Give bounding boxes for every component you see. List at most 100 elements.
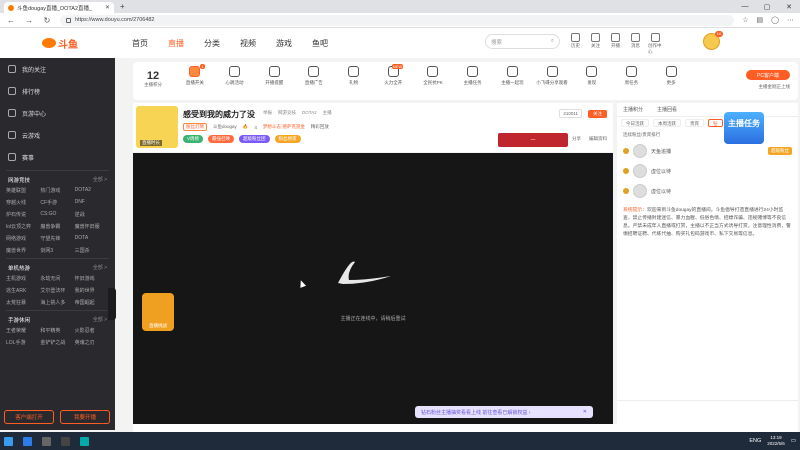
sidebar-game-item[interactable]: 魔兽怀旧服 bbox=[75, 223, 109, 230]
close-tab-icon[interactable]: ✕ bbox=[105, 4, 110, 11]
collections-icon[interactable]: ▤ bbox=[757, 16, 764, 24]
room-pill[interactable]: 超级粉丝团 bbox=[239, 135, 270, 143]
breadcrumb-game[interactable]: DOTA2 bbox=[302, 110, 317, 116]
more-link[interactable]: 全部 > bbox=[93, 264, 107, 272]
sidebar-game-item[interactable]: 我的世界 bbox=[75, 287, 109, 294]
steam-icon[interactable] bbox=[42, 436, 51, 446]
rank-subtab[interactable]: 本周活跃 bbox=[653, 119, 681, 127]
sidebar-game-item[interactable]: 三国杀 bbox=[75, 247, 109, 254]
nav-live[interactable]: 直播 bbox=[168, 38, 184, 49]
sidebar-game-item[interactable]: lol云顶之弈 bbox=[6, 223, 40, 230]
sidebar-item-esports[interactable]: 赛事 bbox=[0, 146, 115, 168]
function-item[interactable]: 全民抗PK bbox=[413, 66, 453, 86]
anchor-avatar[interactable]: 直播时长 bbox=[136, 106, 178, 148]
function-item[interactable]: 直播开关 1 bbox=[175, 64, 215, 86]
sidebar-game-item[interactable]: CF手游 bbox=[40, 199, 74, 206]
function-item[interactable]: 礼物 bbox=[334, 66, 374, 86]
sidebar-item-webgame[interactable]: 页游中心 bbox=[0, 102, 115, 124]
follow-button[interactable]: 关注 bbox=[588, 109, 607, 118]
creator-button[interactable]: 创作中心 bbox=[648, 33, 663, 55]
nav-home[interactable]: 首页 bbox=[132, 38, 148, 49]
rank-subtab[interactable]: 今日活跃 bbox=[621, 119, 649, 127]
function-item[interactable]: 周任务 bbox=[612, 66, 652, 86]
function-item[interactable]: 直播广告 bbox=[294, 66, 334, 86]
room-pill[interactable]: V周榜 bbox=[183, 135, 204, 143]
sidebar-game-item[interactable]: 海上挑人多 bbox=[40, 299, 74, 306]
sidebar-item-cloudgame[interactable]: 云游戏 bbox=[0, 124, 115, 146]
message-button[interactable]: 消息 bbox=[628, 33, 643, 55]
menu-icon[interactable]: ⋯ bbox=[787, 16, 794, 24]
nav-video[interactable]: 视频 bbox=[240, 38, 256, 49]
browser-tab[interactable]: 斗鱼dougay直播_DOTA2直播_ ✕ bbox=[4, 2, 114, 13]
function-item[interactable]: 发现 bbox=[572, 66, 612, 86]
sidebar-game-item[interactable]: 王者荣耀 bbox=[6, 327, 40, 334]
clock[interactable]: 13:19 2022/5/6 bbox=[767, 435, 785, 447]
lang-indicator[interactable]: ENG bbox=[749, 438, 761, 444]
start-icon[interactable] bbox=[4, 436, 13, 446]
history-button[interactable]: 历史 bbox=[568, 33, 583, 55]
maximize-button[interactable]: ▢ bbox=[756, 0, 778, 13]
new-tab-button[interactable]: + bbox=[120, 2, 125, 11]
more-link[interactable]: 全部 > bbox=[93, 176, 107, 184]
sidebar-game-item[interactable]: 穿越火线 bbox=[6, 199, 40, 206]
sidebar-game-item[interactable]: 太荒狂暴 bbox=[6, 299, 40, 306]
sidebar-collapse-handle[interactable] bbox=[108, 288, 116, 320]
sidebar-game-item[interactable]: LOL手游 bbox=[6, 339, 40, 346]
start-live-button[interactable]: 我要开播 bbox=[60, 410, 110, 424]
minimize-button[interactable]: — bbox=[734, 0, 756, 13]
close-icon[interactable]: ✕ bbox=[583, 409, 587, 415]
sidebar-game-item[interactable]: 怀旧游戏 bbox=[75, 275, 109, 282]
logo-area[interactable]: 斗鱼 bbox=[0, 28, 120, 58]
challenge-widget[interactable]: 直播挑战 bbox=[142, 293, 174, 331]
back-icon[interactable]: ← bbox=[6, 16, 16, 25]
tab-anchor-points[interactable]: 主播积分 bbox=[623, 106, 643, 113]
more-link[interactable]: 全部 > bbox=[93, 316, 107, 324]
sidebar-game-item[interactable]: 炉石传说 bbox=[6, 211, 40, 218]
sidebar-game-item[interactable]: 网络游戏 bbox=[6, 235, 40, 242]
chat-input-bar[interactable] bbox=[617, 400, 798, 424]
app-icon[interactable] bbox=[61, 436, 70, 446]
close-window-button[interactable]: ✕ bbox=[778, 0, 800, 13]
follow-button[interactable]: 关注 bbox=[588, 33, 603, 55]
rank-row[interactable]: 虚位以待 bbox=[617, 181, 798, 201]
profile-icon[interactable]: ◯ bbox=[771, 16, 779, 24]
function-item[interactable]: 更多 bbox=[651, 66, 691, 86]
fan-badge[interactable]: 粉丝灯牌 bbox=[183, 123, 207, 131]
share-link[interactable]: 分享 bbox=[572, 136, 581, 142]
sidebar-item-follow[interactable]: 我的关注 bbox=[0, 58, 115, 80]
sidebar-game-item[interactable]: 艾尔登法环 bbox=[40, 287, 74, 294]
sidebar-game-item[interactable]: 魔兽争霸 bbox=[40, 223, 74, 230]
rank-row[interactable]: 天鱼追捕 超级粉丝 bbox=[617, 141, 798, 161]
sidebar-game-item[interactable]: 金铲铲之战 bbox=[40, 339, 74, 346]
favorite-icon[interactable]: ☆ bbox=[742, 16, 748, 24]
sidebar-game-item[interactable]: 热门游戏 bbox=[40, 187, 74, 194]
rank-subtab[interactable]: 贵宾 bbox=[685, 119, 704, 127]
search-input[interactable]: 搜索 ⌕ bbox=[485, 34, 560, 49]
function-item[interactable]: 主播任务 bbox=[453, 66, 493, 86]
nav-category[interactable]: 分类 bbox=[204, 38, 220, 49]
anchor-name[interactable]: 斗鱼dougay bbox=[213, 124, 237, 130]
sidebar-game-item[interactable]: 永劫无间 bbox=[40, 275, 74, 282]
sidebar-game-item[interactable]: 逃生ARK bbox=[6, 287, 40, 294]
diamond-fan-notice[interactable]: 钻石粉丝主播抽奖看看上线 前往查看已解锁权益 › ✕ bbox=[415, 406, 593, 418]
sidebar-game-item[interactable]: 逆战 bbox=[75, 211, 109, 218]
sidebar-game-item[interactable]: 剑网3 bbox=[40, 247, 74, 254]
breadcrumb-category[interactable]: 网游竞技 bbox=[278, 110, 296, 116]
url-field[interactable]: https://www.douyu.com/2706482 bbox=[60, 14, 735, 26]
sidebar-game-item[interactable]: 英雄联盟 bbox=[6, 187, 40, 194]
sidebar-item-rank[interactable]: 排行榜 bbox=[0, 80, 115, 102]
sidebar-game-item[interactable]: 火影忍者 bbox=[75, 327, 109, 334]
sidebar-game-item[interactable]: 魔兽世界 bbox=[6, 247, 40, 254]
sidebar-game-item[interactable]: 英魂之刃 bbox=[75, 339, 109, 346]
notification-icon[interactable]: ▭ bbox=[791, 438, 796, 444]
sidebar-game-item[interactable]: 主机游戏 bbox=[6, 275, 40, 282]
sidebar-game-item[interactable]: DNF bbox=[75, 199, 109, 206]
sidebar-game-item[interactable]: DOTA2 bbox=[75, 187, 109, 194]
reload-icon[interactable]: ↻ bbox=[42, 16, 52, 25]
anchor-level[interactable]: 12 主播积分 bbox=[139, 70, 167, 88]
search-icon[interactable]: ⌕ bbox=[551, 38, 554, 45]
function-item[interactable]: 小飞碟分享观看 bbox=[532, 66, 572, 86]
function-item[interactable]: 火力全开 NEW bbox=[373, 64, 413, 86]
ribbon-banner[interactable]: 一 bbox=[498, 133, 568, 147]
rank-subtab[interactable]: 钻 bbox=[708, 119, 723, 127]
